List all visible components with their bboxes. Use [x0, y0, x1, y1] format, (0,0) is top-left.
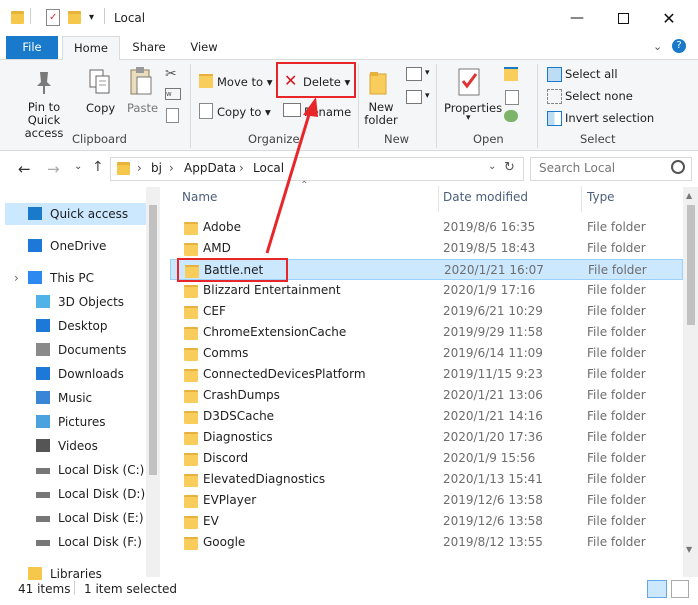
item-count: 41 items — [18, 582, 71, 596]
selection-count: 1 item selected — [84, 582, 178, 596]
annotation-arrow — [265, 97, 318, 254]
details-view-icon[interactable] — [647, 580, 667, 598]
status-bar: 41 items 1 item selected — [0, 578, 698, 600]
divider — [74, 581, 75, 595]
large-icons-view-icon[interactable] — [671, 580, 689, 598]
